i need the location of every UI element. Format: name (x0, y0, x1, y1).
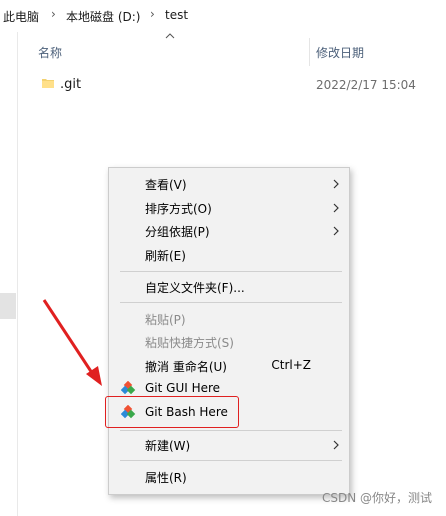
column-divider[interactable] (309, 38, 310, 66)
menu-item-sort-by[interactable]: 排序方式(O) (109, 196, 349, 220)
address-bar[interactable]: 此电脑 › 本地磁盘 (D:) › test (0, 0, 446, 31)
column-header-name[interactable]: 名称 (38, 44, 62, 61)
submenu-arrow-icon (333, 226, 339, 236)
git-gui-icon (121, 381, 136, 395)
menu-item-properties[interactable]: 属性(R) (109, 465, 349, 489)
navigation-pane[interactable] (0, 32, 18, 516)
menu-item-label: 分组依据(P) (145, 225, 210, 239)
sort-caret-icon (165, 33, 175, 39)
folder-icon (42, 79, 54, 88)
menu-item-label: 新建(W) (145, 439, 191, 453)
menu-item-paste[interactable]: 粘贴(P) (109, 307, 349, 331)
menu-item-label: 查看(V) (145, 178, 187, 192)
file-name[interactable]: .git (60, 77, 81, 92)
menu-item-label: 粘贴(P) (145, 313, 186, 327)
menu-item-label: 粘贴快捷方式(S) (145, 336, 234, 350)
breadcrumb-test[interactable]: test (165, 8, 188, 22)
menu-item-label: 排序方式(O) (145, 202, 212, 216)
menu-item-view[interactable]: 查看(V) (109, 172, 349, 196)
menu-separator (120, 460, 342, 461)
chevron-right-icon[interactable]: › (150, 7, 155, 21)
menu-separator (120, 302, 342, 303)
menu-separator (120, 430, 342, 431)
submenu-arrow-icon (333, 203, 339, 213)
file-date-modified: 2022/2/17 15:04 (316, 78, 416, 92)
breadcrumb-drive-d[interactable]: 本地磁盘 (D:) (66, 8, 140, 25)
menu-item-label: 撤消 重命名(U) (145, 360, 227, 374)
context-menu: 查看(V) 排序方式(O) 分组依据(P) 刷新(E) 自定义文件夹(F)...… (108, 167, 350, 495)
submenu-arrow-icon (333, 179, 339, 189)
chevron-right-icon[interactable]: › (51, 7, 56, 21)
menu-item-undo-rename[interactable]: 撤消 重命名(U) Ctrl+Z (109, 354, 349, 378)
annotation-arrow (42, 299, 102, 386)
column-header-date-modified[interactable]: 修改日期 (316, 44, 364, 61)
menu-item-label: Git GUI Here (145, 381, 221, 395)
menu-separator (120, 271, 342, 272)
menu-item-label: 属性(R) (145, 471, 187, 485)
menu-item-label: 自定义文件夹(F)... (145, 281, 245, 295)
menu-item-group-by[interactable]: 分组依据(P) (109, 219, 349, 243)
menu-item-shortcut: Ctrl+Z (271, 358, 311, 372)
breadcrumb-this-pc[interactable]: 此电脑 (3, 8, 39, 25)
navigation-pane-selected-item[interactable] (0, 293, 16, 319)
menu-item-paste-shortcut[interactable]: 粘贴快捷方式(S) (109, 330, 349, 354)
highlight-box (105, 396, 239, 428)
menu-item-label: 刷新(E) (145, 249, 186, 263)
menu-item-customize-folder[interactable]: 自定义文件夹(F)... (109, 275, 349, 299)
menu-item-refresh[interactable]: 刷新(E) (109, 243, 349, 267)
menu-item-new[interactable]: 新建(W) (109, 433, 349, 457)
watermark: CSDN @你好，测试 (321, 491, 432, 505)
submenu-arrow-icon (333, 440, 339, 450)
